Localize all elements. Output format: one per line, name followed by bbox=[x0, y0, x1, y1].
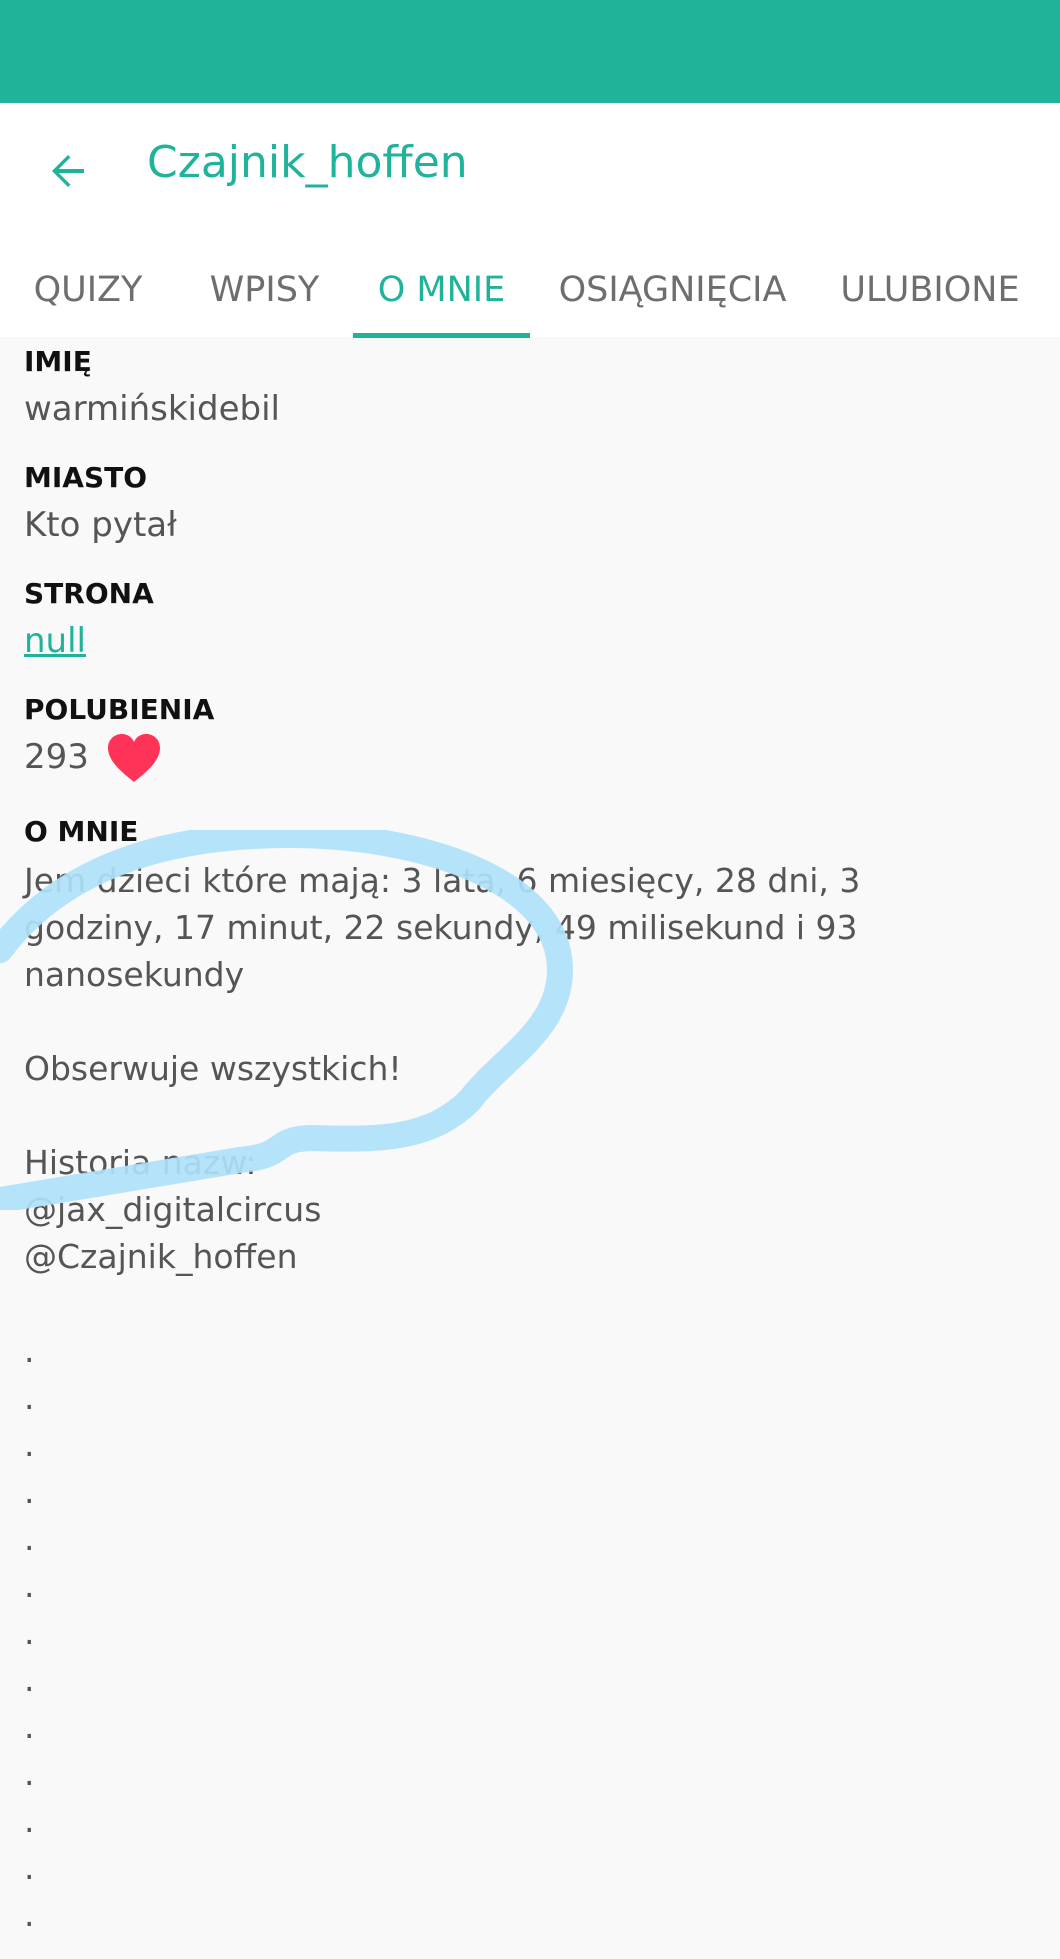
status-bar bbox=[0, 0, 1060, 103]
likes-label: POLUBIENIA bbox=[24, 693, 215, 726]
about-label: O MNIE bbox=[24, 815, 139, 848]
about-text: Jem dzieci które mają: 3 lata, 6 miesięc… bbox=[24, 861, 861, 1934]
name-label: IMIĘ bbox=[24, 345, 92, 378]
website-label: STRONA bbox=[24, 577, 154, 610]
page-title: Czajnik_hoffen bbox=[147, 137, 468, 188]
name-value: warmińskidebil bbox=[24, 389, 280, 429]
back-button[interactable] bbox=[30, 133, 106, 209]
arrow-left-icon bbox=[52, 155, 84, 187]
tab-wpisy[interactable]: WPISY bbox=[176, 243, 353, 337]
active-tab-indicator bbox=[353, 333, 530, 338]
tab-ulubione[interactable]: ULUBIONE bbox=[815, 243, 1045, 337]
tab-bar: QUIZY WPISY O MNIE OSIĄGNIĘCIA ULUBIONE bbox=[0, 243, 1060, 337]
likes-count: 293 bbox=[24, 737, 89, 777]
city-label: MIASTO bbox=[24, 461, 148, 494]
tab-quizy[interactable]: QUIZY bbox=[0, 243, 176, 337]
tab-o-mnie[interactable]: O MNIE bbox=[353, 243, 530, 337]
city-value: Kto pytał bbox=[24, 505, 177, 545]
heart-icon bbox=[108, 734, 160, 782]
tab-osiagniecia[interactable]: OSIĄGNIĘCIA bbox=[530, 243, 815, 337]
website-link[interactable]: null bbox=[24, 621, 86, 661]
app-bar: Czajnik_hoffen QUIZY WPISY O MNIE OSIĄGN… bbox=[0, 103, 1060, 338]
